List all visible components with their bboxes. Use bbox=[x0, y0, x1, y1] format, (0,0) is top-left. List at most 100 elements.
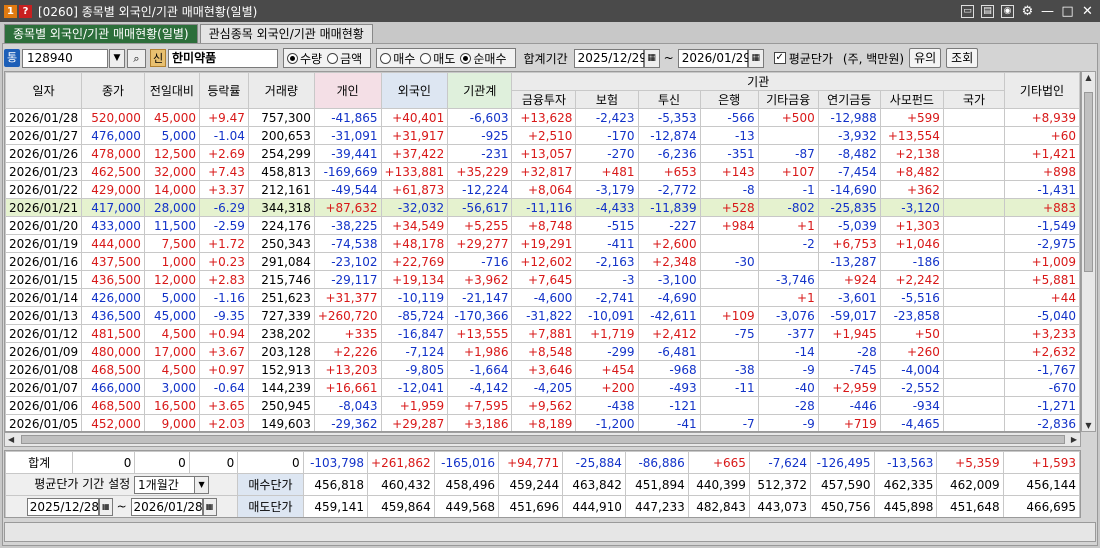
tab-daily-trading[interactable]: 종목별 외국인/기관 매매현황(일별) bbox=[4, 24, 198, 44]
table-row[interactable]: 2026/01/21 417,000 28,000 -6.29 344,318 +87,6… bbox=[5, 198, 1080, 217]
table-row[interactable]: 2026/01/19 444,000 7,500 +1.72 250,343 -74,53… bbox=[5, 234, 1080, 253]
header-other-corp[interactable]: 기타법인 bbox=[1003, 72, 1080, 109]
help-badge[interactable]: ? bbox=[19, 4, 32, 18]
cell-institution: -231 bbox=[447, 144, 513, 163]
badge-1[interactable]: 1 bbox=[4, 4, 17, 18]
header-pension[interactable]: 연기금등 bbox=[817, 90, 881, 109]
table-row[interactable]: 2026/01/28 520,000 45,000 +9.47 757,300 -41,8… bbox=[5, 108, 1080, 127]
header-investment-trust[interactable]: 투신 bbox=[637, 90, 701, 109]
cell-financial-investment: +13,628 bbox=[511, 108, 577, 127]
header-individual[interactable]: 개인 bbox=[313, 72, 382, 109]
tab-watchlist-trading[interactable]: 관심종목 외국인/기관 매매현황 bbox=[199, 24, 373, 44]
header-institution-total[interactable]: 기관계 bbox=[447, 72, 513, 109]
cell-private-fund: +599 bbox=[879, 108, 944, 127]
table-row[interactable]: 2026/01/08 468,500 4,500 +0.97 152,913 +13,20… bbox=[5, 360, 1080, 379]
close-icon[interactable]: ✕ bbox=[1081, 5, 1094, 18]
vertical-scrollbar[interactable]: ▲ ▼ bbox=[1081, 71, 1096, 432]
cell-date: 2026/01/08 bbox=[5, 360, 83, 379]
radio-sell[interactable]: 매도 bbox=[420, 50, 455, 67]
table-row[interactable]: 2026/01/27 476,000 5,000 -1.04 200,653 -31,09… bbox=[5, 126, 1080, 145]
header-insurance[interactable]: 보험 bbox=[575, 90, 639, 109]
stock-code-input[interactable]: 128940 bbox=[22, 48, 108, 68]
table-row[interactable]: 2026/01/14 426,000 5,000 -1.16 251,623 +31,37… bbox=[5, 288, 1080, 307]
avg-price-checkbox[interactable]: ✓ 평균단가 bbox=[773, 50, 833, 67]
summary-label: 합계 bbox=[5, 451, 74, 474]
query-button[interactable]: 조회 bbox=[946, 48, 979, 68]
avg-end-date-input[interactable]: 2026/01/28 bbox=[130, 497, 203, 516]
trading-grid[interactable]: 일자 종가 전일대비 등락률 거래량 개인 외국인 기관계 기관 기타법인 금융… bbox=[4, 71, 1081, 432]
caution-button[interactable]: 유의 bbox=[909, 48, 942, 68]
cell-other-finance: -14 bbox=[757, 342, 819, 361]
cell-institution: +35,229 bbox=[447, 162, 513, 181]
scroll-down-icon[interactable]: ▼ bbox=[1082, 421, 1095, 430]
cell-foreign: +61,873 bbox=[380, 180, 449, 199]
calendar-icon[interactable]: ▦ bbox=[98, 497, 113, 516]
search-icon[interactable]: ⌕ bbox=[127, 48, 146, 68]
header-foreign[interactable]: 외국인 bbox=[380, 72, 449, 109]
scroll-thumb[interactable] bbox=[21, 435, 1065, 444]
header-rate[interactable]: 등락률 bbox=[198, 72, 249, 109]
header-close[interactable]: 종가 bbox=[81, 72, 145, 109]
cell-private-fund: -23,858 bbox=[879, 306, 944, 325]
cell-volume: 149,603 bbox=[247, 414, 315, 431]
calendar-icon[interactable]: ▦ bbox=[643, 48, 660, 68]
table-row[interactable]: 2026/01/23 462,500 32,000 +7.43 458,813 -169,… bbox=[5, 162, 1080, 181]
scroll-left-icon[interactable]: ◀ bbox=[8, 433, 14, 446]
header-volume[interactable]: 거래량 bbox=[247, 72, 315, 109]
cell-insurance: -411 bbox=[575, 234, 639, 253]
radio-quantity[interactable]: 수량 bbox=[287, 50, 322, 67]
window-icon[interactable]: ▭ bbox=[961, 4, 974, 18]
cell-financial-investment: +13,057 bbox=[511, 144, 577, 163]
table-row[interactable]: 2026/01/26 478,000 12,500 +2.69 254,299 -39,4… bbox=[5, 144, 1080, 163]
minimize-icon[interactable]: — bbox=[1041, 5, 1054, 18]
scroll-up-icon[interactable]: ▲ bbox=[1082, 73, 1095, 82]
code-dropdown-button[interactable]: ▼ bbox=[109, 48, 125, 68]
header-change[interactable]: 전일대비 bbox=[143, 72, 200, 109]
avg-period-value: 1개월간 bbox=[138, 477, 179, 492]
cell-rate: +1.72 bbox=[198, 234, 249, 253]
avg-start-date-input[interactable]: 2025/12/28 bbox=[26, 497, 99, 516]
settings-icon[interactable]: ⚙ bbox=[1021, 5, 1034, 18]
calendar-icon[interactable]: ▦ bbox=[202, 497, 217, 516]
table-row[interactable]: 2026/01/09 480,000 17,000 +3.67 203,128 +2,22… bbox=[5, 342, 1080, 361]
horizontal-scrollbar[interactable]: ◀ ▶ bbox=[4, 432, 1081, 447]
summary-panel: 합계 0 0 0 0 -103,798 +261,862 -165,016 +9… bbox=[4, 450, 1081, 518]
summary-government: +5,359 bbox=[936, 451, 1004, 474]
header-private-fund[interactable]: 사모펀드 bbox=[879, 90, 944, 109]
radio-amount[interactable]: 금액 bbox=[327, 50, 362, 67]
cell-government bbox=[942, 270, 1005, 289]
table-row[interactable]: 2026/01/15 436,500 12,000 +2.83 215,746 -29,1… bbox=[5, 270, 1080, 289]
table-row[interactable]: 2026/01/22 429,000 14,000 +3.37 212,161 -49,5… bbox=[5, 180, 1080, 199]
capture-icon[interactable]: ◉ bbox=[1001, 4, 1014, 18]
header-financial-investment[interactable]: 금융투자 bbox=[511, 90, 577, 109]
scroll-right-icon[interactable]: ▶ bbox=[1071, 433, 1077, 446]
table-row[interactable]: 2026/01/05 452,000 9,000 +2.03 149,603 -29,36… bbox=[5, 414, 1080, 431]
market-type-icon[interactable]: 통 bbox=[4, 49, 20, 67]
header-government[interactable]: 국가 bbox=[942, 90, 1005, 109]
table-row[interactable]: 2026/01/07 466,000 3,000 -0.64 144,239 +16,66… bbox=[5, 378, 1080, 397]
end-date-input[interactable]: 2026/01/29 bbox=[677, 48, 751, 68]
cell-volume: 152,913 bbox=[247, 360, 315, 379]
table-row[interactable]: 2026/01/06 468,500 16,500 +3.65 250,945 -8,04… bbox=[5, 396, 1080, 415]
header-date[interactable]: 일자 bbox=[5, 72, 83, 109]
start-date-input[interactable]: 2025/12/29 bbox=[573, 48, 647, 68]
cell-rate: -1.16 bbox=[198, 288, 249, 307]
table-row[interactable]: 2026/01/20 433,000 11,500 -2.59 224,176 -38,2… bbox=[5, 216, 1080, 235]
calendar-icon[interactable]: ▦ bbox=[747, 48, 764, 68]
maximize-icon[interactable]: □ bbox=[1061, 5, 1074, 18]
cell-government bbox=[942, 252, 1005, 271]
radio-net-buy[interactable]: 순매수 bbox=[460, 50, 507, 67]
avg-period-select[interactable]: 1개월간 ▼ bbox=[134, 475, 210, 494]
chevron-down-icon[interactable]: ▼ bbox=[194, 476, 209, 493]
cell-other-finance: +500 bbox=[757, 108, 819, 127]
cell-change: 28,000 bbox=[143, 198, 200, 217]
scroll-thumb[interactable] bbox=[1084, 92, 1093, 272]
table-row[interactable]: 2026/01/13 436,500 45,000 -9.35 727,339 +260,… bbox=[5, 306, 1080, 325]
table-row[interactable]: 2026/01/12 481,500 4,500 +0.94 238,202 +335 -1… bbox=[5, 324, 1080, 343]
header-other-finance[interactable]: 기타금융 bbox=[757, 90, 819, 109]
radio-buy[interactable]: 매수 bbox=[380, 50, 415, 67]
cell-financial-investment: -11,116 bbox=[511, 198, 577, 217]
table-row[interactable]: 2026/01/16 437,500 1,000 +0.23 291,084 -23,10… bbox=[5, 252, 1080, 271]
header-bank[interactable]: 은행 bbox=[699, 90, 759, 109]
print-icon[interactable]: ▤ bbox=[981, 4, 994, 18]
